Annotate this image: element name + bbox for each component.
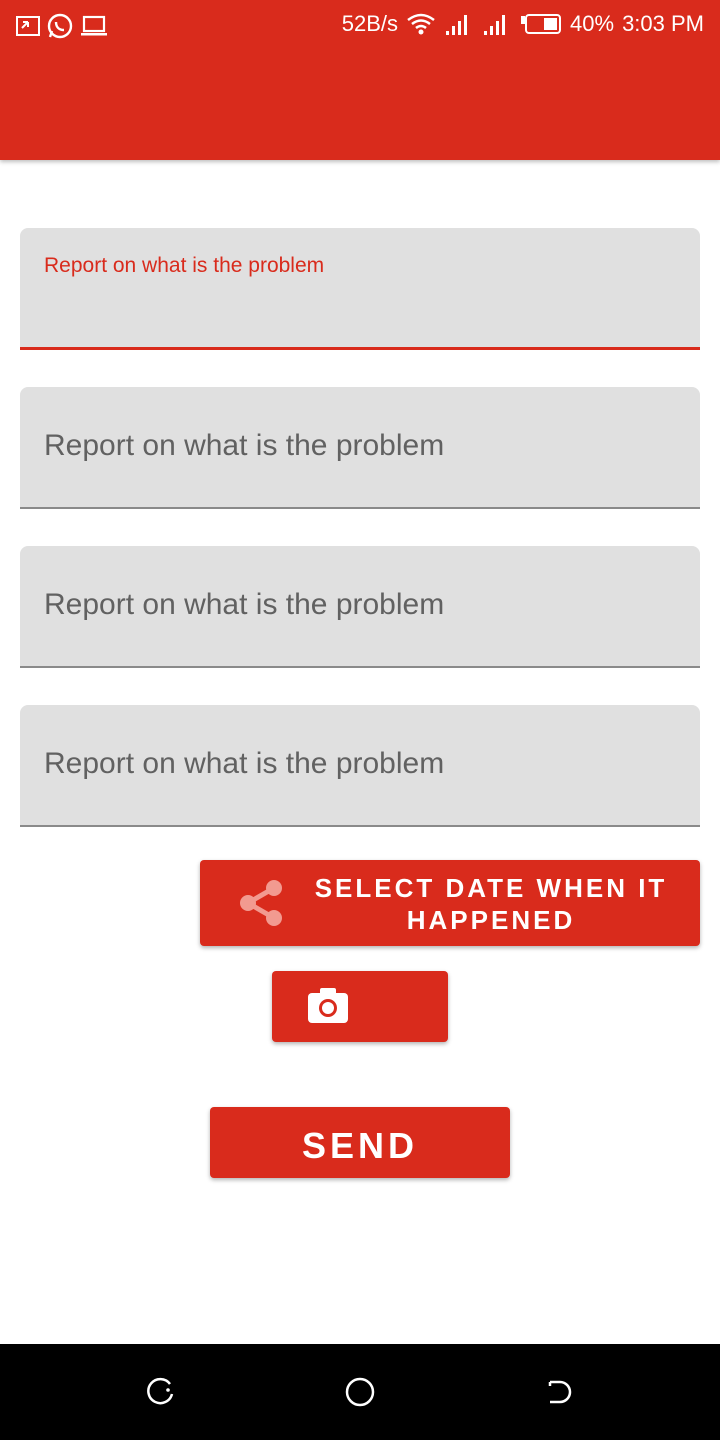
status-right: 52B/s 40% 3:03 PM — [342, 10, 704, 38]
problem-field-2-placeholder: Report on what is the problem — [44, 429, 445, 462]
home-icon[interactable] — [342, 1376, 378, 1408]
field-underline — [20, 666, 700, 668]
field-underline-active — [20, 347, 700, 350]
problem-field-2[interactable]: Report on what is the problem — [20, 387, 700, 509]
wifi-icon — [407, 13, 435, 35]
problem-field-1-label: Report on what is the problem — [44, 254, 325, 277]
back-icon[interactable] — [544, 1376, 576, 1408]
send-label: SEND — [301, 1125, 419, 1166]
recent-apps-icon[interactable] — [144, 1376, 176, 1408]
field-underline — [20, 825, 700, 827]
whatsapp-icon — [47, 13, 73, 39]
camera-icon — [308, 988, 348, 1023]
send-button[interactable]: SEND — [210, 1107, 510, 1178]
clock: 3:03 PM — [622, 11, 704, 36]
problem-field-3[interactable]: Report on what is the problem — [20, 546, 700, 668]
select-date-label: SELECT DATE WHEN IT HAPPENED — [314, 873, 668, 935]
signal-1-icon — [446, 15, 468, 35]
problem-field-1[interactable]: Report on what is the problem — [20, 228, 700, 350]
camera-button[interactable] — [272, 971, 448, 1042]
share-icon — [240, 880, 282, 926]
cast-icon — [16, 16, 40, 36]
status-bar: 52B/s 40% 3:03 PM — [0, 0, 720, 50]
problem-field-3-placeholder: Report on what is the problem — [44, 588, 445, 621]
select-date-button[interactable]: SELECT DATE WHEN IT HAPPENED — [200, 860, 700, 946]
navigation-bar — [0, 1344, 720, 1440]
status-left-icons — [16, 12, 108, 40]
battery-percent: 40% — [570, 11, 615, 36]
field-underline — [20, 507, 700, 509]
signal-2-icon — [484, 15, 506, 35]
net-speed: 52B/s — [341, 11, 399, 36]
problem-field-4-placeholder: Report on what is the problem — [44, 747, 445, 780]
laptop-icon — [81, 15, 107, 36]
battery-icon — [521, 14, 562, 34]
problem-field-4[interactable]: Report on what is the problem — [20, 705, 700, 827]
